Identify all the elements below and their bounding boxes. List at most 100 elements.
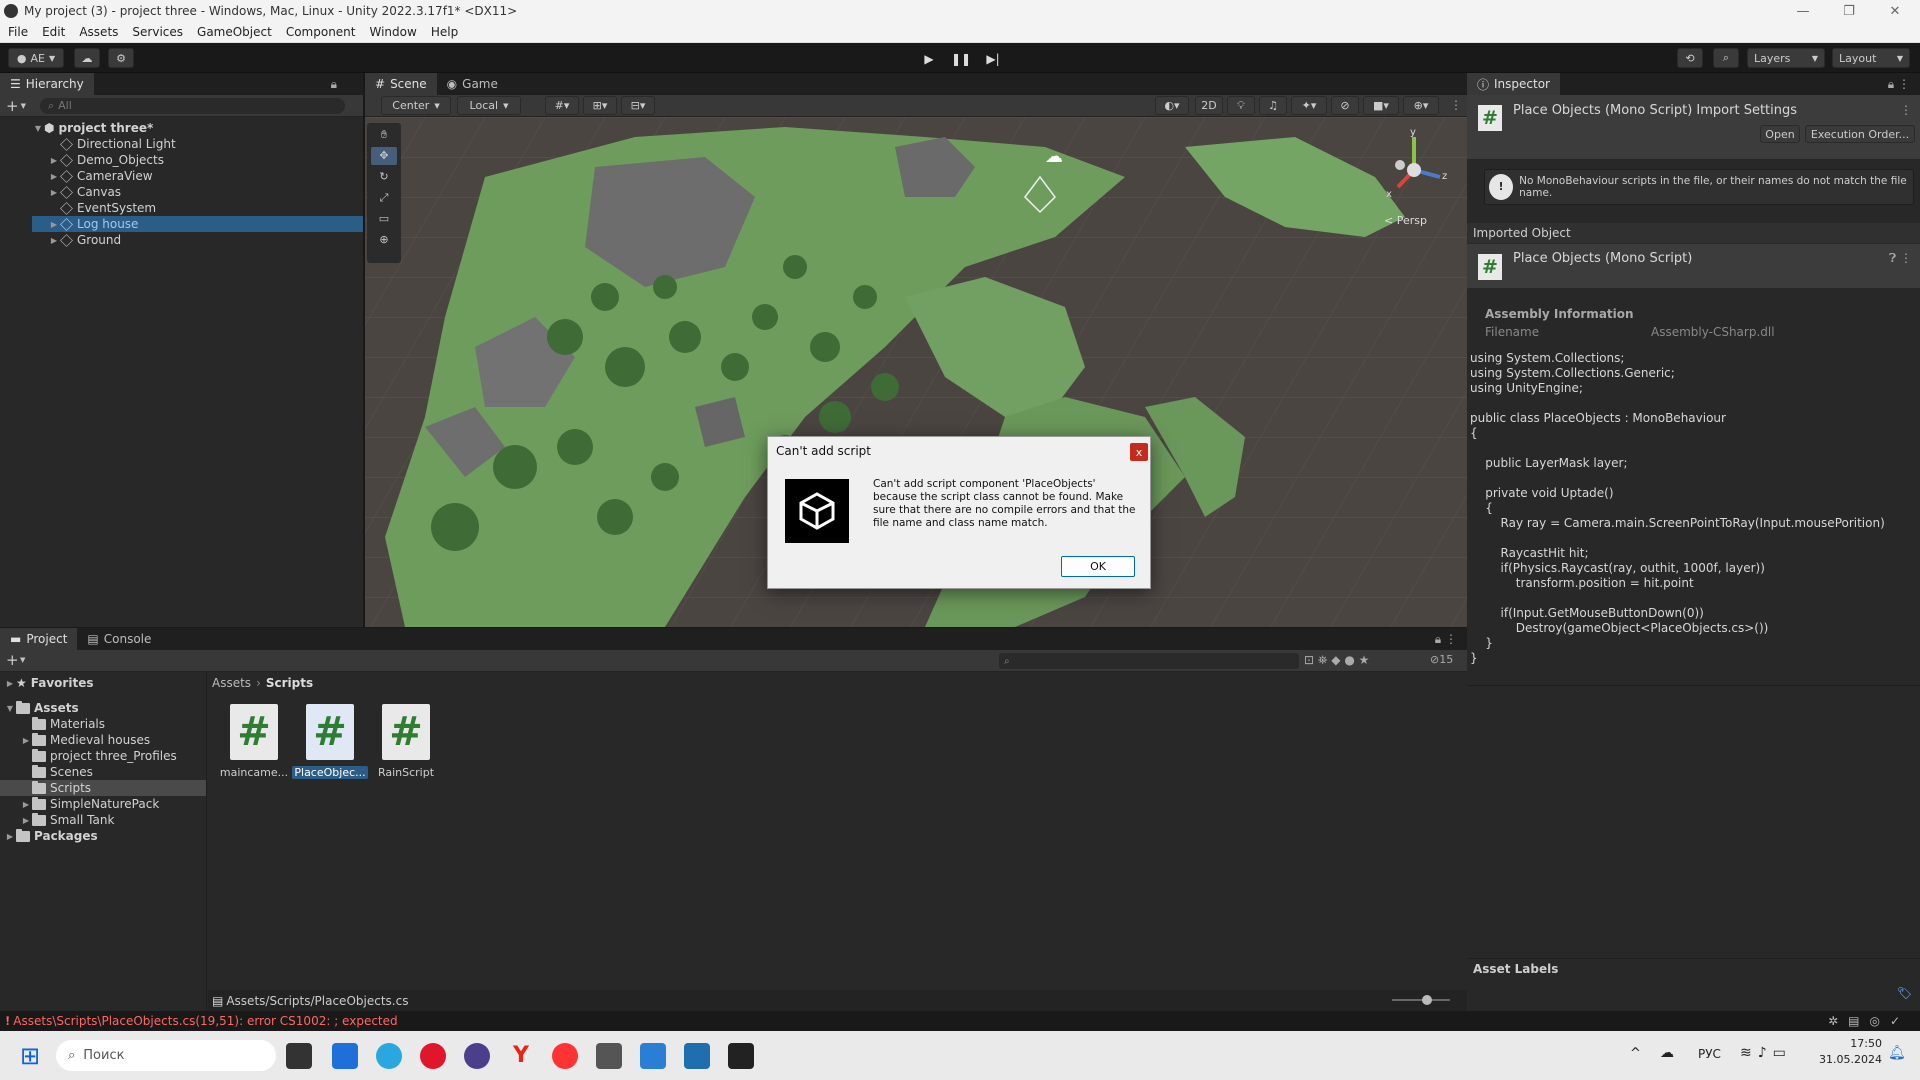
scale-tool-button[interactable]: ⤢ — [371, 189, 397, 207]
csharp-script-icon[interactable]: # — [382, 704, 430, 760]
layers-dropdown[interactable]: Layers ▼ — [1747, 48, 1825, 68]
minimize-button[interactable]: — — [1780, 0, 1826, 22]
menu-gameobject[interactable]: GameObject — [197, 25, 272, 39]
expand-arrow-icon[interactable]: ▶ — [48, 188, 60, 197]
expand-arrow-icon[interactable]: ▶ — [4, 679, 16, 688]
csharp-script-icon[interactable]: # — [306, 704, 354, 760]
hand-tool-button[interactable]: ✋︎ — [371, 126, 397, 144]
execution-order-button[interactable]: Execution Order... — [1805, 125, 1915, 143]
dialog-ok-button[interactable]: OK — [1061, 556, 1135, 577]
unity-editor-icon[interactable] — [728, 1043, 754, 1069]
expand-arrow-icon[interactable]: ▼ — [4, 704, 16, 713]
folder-item-materials[interactable]: Materials — [0, 716, 206, 732]
folder-item-scenes[interactable]: Scenes — [0, 764, 206, 780]
history-button[interactable]: ⟲ — [1677, 48, 1703, 68]
menu-file[interactable]: File — [8, 25, 28, 39]
more-options-icon[interactable]: ⋮ — [1900, 103, 1912, 117]
menu-help[interactable]: Help — [431, 25, 458, 39]
open-button[interactable]: Open — [1760, 125, 1800, 143]
windows-start-icon[interactable]: ⊞ — [20, 1043, 46, 1069]
hierarchy-item-cameraview[interactable]: ▶ CameraView — [0, 168, 363, 184]
label-tag-icon[interactable]: 🏷︎ — [1897, 986, 1912, 1000]
menu-services[interactable]: Services — [132, 25, 183, 39]
transform-tool-button[interactable]: ⊕ — [371, 231, 397, 249]
csharp-script-icon[interactable]: # — [230, 704, 278, 760]
onedrive-icon[interactable]: ☁ — [1660, 1045, 1674, 1061]
status-error-text[interactable]: Assets\Scripts\PlaceObjects.cs(19,51): e… — [13, 1014, 397, 1028]
add-button[interactable]: + — [6, 97, 19, 115]
menu-assets[interactable]: Assets — [79, 25, 118, 39]
tab-game[interactable]: ◉ Game — [437, 73, 508, 95]
folder-item-small-tank[interactable]: ▶ Small Tank — [0, 812, 206, 828]
expand-arrow-icon[interactable]: ▶ — [20, 816, 32, 825]
notification-bell-icon[interactable]: 🔔︎ — [1888, 1045, 1906, 1061]
hierarchy-item-eventsystem[interactable]: EventSystem — [0, 200, 363, 216]
orientation-gizmo[interactable]: y z x < Persp — [1370, 125, 1460, 235]
add-button[interactable]: + — [6, 651, 19, 669]
lock-icon[interactable]: 🔒︎ ⋮ — [1435, 632, 1457, 647]
hidden-packages-count[interactable]: ⊘15 — [1430, 653, 1453, 666]
menu-window[interactable]: Window — [370, 25, 417, 39]
camera-dropdown[interactable]: ■▾ — [1363, 96, 1399, 115]
tab-console[interactable]: ▤ Console — [77, 628, 161, 650]
help-icon[interactable]: ❓︎ ⋮ — [1889, 251, 1912, 266]
tab-inspector[interactable]: ⓘ Inspector — [1467, 73, 1560, 95]
vscode-icon[interactable] — [640, 1043, 666, 1069]
chevron-up-icon[interactable]: ^ — [1630, 1046, 1641, 1061]
tab-project[interactable]: ▬ Project — [0, 628, 78, 650]
folder-item-medieval-houses[interactable]: ▶ Medieval houses — [0, 732, 206, 748]
tab-hierarchy[interactable]: ☰ Hierarchy — [0, 73, 94, 95]
dialog-close-button[interactable]: x — [1130, 443, 1148, 461]
lock-icon[interactable]: 🔒︎ ⋮ — [1888, 77, 1910, 92]
grid-snap-button[interactable]: #▾ — [545, 96, 579, 115]
rotate-tool-button[interactable]: ↻ — [371, 168, 397, 186]
snap-increment-button[interactable]: ⊞▾ — [583, 96, 617, 115]
hierarchy-item-log-house[interactable]: ▶ Log house — [32, 216, 363, 232]
unity-hub-icon[interactable] — [596, 1043, 622, 1069]
layout-dropdown[interactable]: Layout ▼ — [1832, 48, 1910, 68]
hierarchy-item-canvas[interactable]: ▶ Canvas — [0, 184, 363, 200]
2d-toggle[interactable]: 2D — [1195, 96, 1223, 115]
expand-arrow-icon[interactable]: ▶ — [48, 220, 60, 229]
status-icons[interactable]: ✲▤◎✓ — [1828, 1014, 1910, 1028]
packages-item[interactable]: ▶ Packages — [0, 828, 206, 844]
step-button[interactable]: ▶| — [978, 48, 1008, 70]
notepad-icon[interactable] — [684, 1043, 710, 1069]
effects-dropdown[interactable]: ✦▾ — [1291, 96, 1327, 115]
opera-browser-icon[interactable] — [420, 1043, 446, 1069]
expand-arrow-icon[interactable]: ▶ — [48, 156, 60, 165]
hierarchy-item-ground[interactable]: ▶ Ground — [0, 232, 363, 248]
asset-label-rainscript[interactable]: RainScript — [368, 766, 444, 779]
network-volume-battery-icons[interactable]: ≋♪▭ — [1740, 1045, 1792, 1061]
widgets-icon[interactable] — [332, 1043, 358, 1069]
account-button[interactable]: ● AE ▼ — [8, 48, 64, 68]
search-button[interactable]: ⌕ — [1713, 48, 1739, 68]
project-search-input[interactable]: ⌕ — [999, 653, 1299, 669]
yandex-browser-icon[interactable]: Y — [508, 1043, 534, 1069]
folder-item-simplenaturepack[interactable]: ▶ SimpleNaturePack — [0, 796, 206, 812]
expand-arrow-icon[interactable]: ▶ — [4, 832, 16, 841]
app-icon[interactable] — [464, 1043, 490, 1069]
asset-label-placeobjects[interactable]: PlaceObjec... — [292, 766, 368, 779]
tab-scene[interactable]: # Scene — [365, 73, 437, 95]
task-view-icon[interactable] — [286, 1043, 312, 1069]
ruler-button[interactable]: ⊟▾ — [621, 96, 655, 115]
move-tool-button[interactable]: ✥ — [371, 147, 397, 165]
hierarchy-item-demo-objects[interactable]: ▶ Demo_Objects — [0, 152, 363, 168]
scene-root[interactable]: ▼ ⬢ project three* — [0, 120, 363, 136]
folder-item-profiles[interactable]: project three_Profiles — [0, 748, 206, 764]
gizmos-dropdown[interactable]: ⊕▾ — [1403, 96, 1439, 115]
menu-edit[interactable]: Edit — [42, 25, 65, 39]
folder-item-scripts[interactable]: Scripts — [0, 780, 206, 796]
pivot-center-dropdown[interactable]: Center ▼ — [381, 96, 451, 115]
pause-button[interactable]: ❚❚ — [946, 48, 976, 70]
favorites-item[interactable]: ▶ ★ Favorites — [0, 675, 206, 691]
asset-label-maincamera[interactable]: maincame... — [216, 766, 292, 779]
pivot-local-dropdown[interactable]: Local ▼ — [457, 96, 521, 115]
audio-toggle[interactable]: ♫ — [1259, 96, 1287, 115]
breadcrumb-scripts[interactable]: Scripts — [266, 676, 313, 690]
expand-arrow-icon[interactable]: ▶ — [48, 236, 60, 245]
expand-arrow-icon[interactable]: ▶ — [20, 800, 32, 809]
more-options-icon[interactable]: ⋮ — [1450, 98, 1462, 112]
collab-button[interactable]: ⚙ — [108, 48, 134, 68]
